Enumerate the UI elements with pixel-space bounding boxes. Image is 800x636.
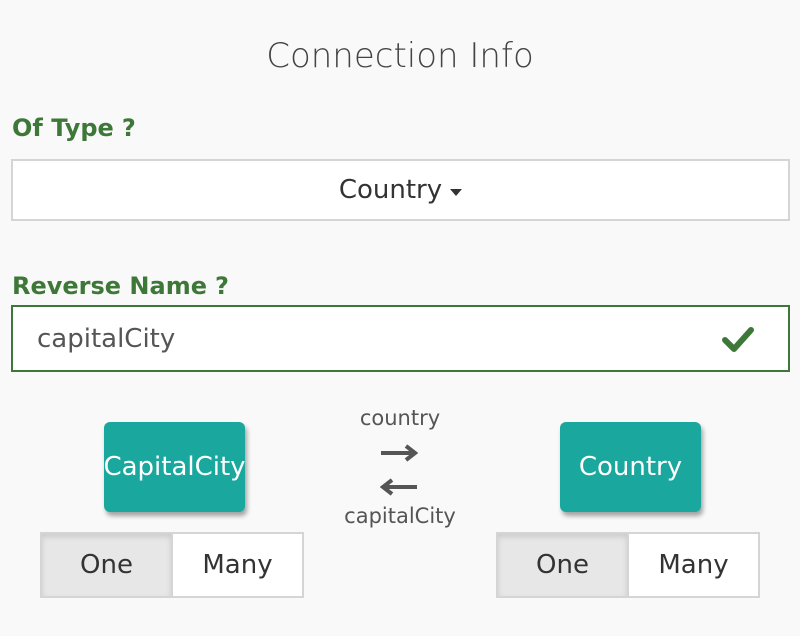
source-cardinality-toggle: One Many — [40, 532, 304, 598]
reverse-name-label: Reverse Name? — [12, 271, 229, 301]
forward-relation-label: country — [359, 406, 441, 430]
of-type-selected-value: Country — [338, 175, 443, 205]
page-title: Connection Info — [266, 36, 534, 76]
source-entity-button[interactable]: CapitalCity — [103, 422, 246, 512]
target-cardinality-one[interactable]: One — [498, 534, 627, 596]
target-cardinality-many[interactable]: Many — [627, 534, 758, 596]
arrow-right-icon — [381, 444, 418, 462]
of-type-dropdown[interactable]: Country — [11, 159, 790, 221]
target-entity-button[interactable]: Country — [560, 422, 701, 512]
source-cardinality-many[interactable]: Many — [171, 534, 302, 596]
of-type-label: Of Type? — [12, 113, 136, 143]
check-icon — [722, 327, 754, 352]
connection-info-panel: Connection Info Of Type? Country Reverse… — [0, 0, 800, 636]
arrow-left-icon — [380, 478, 417, 496]
reverse-name-help-icon[interactable]: ? — [215, 272, 229, 300]
of-type-help-icon[interactable]: ? — [122, 114, 136, 142]
reverse-name-input[interactable] — [13, 307, 788, 370]
of-type-label-text: Of Type — [12, 114, 114, 142]
target-cardinality-toggle: One Many — [496, 532, 760, 598]
caret-down-icon — [450, 188, 463, 196]
reverse-relation-label: capitalCity — [344, 504, 456, 528]
reverse-name-field — [11, 305, 790, 372]
reverse-name-label-text: Reverse Name — [12, 272, 207, 300]
source-cardinality-one[interactable]: One — [42, 534, 171, 596]
